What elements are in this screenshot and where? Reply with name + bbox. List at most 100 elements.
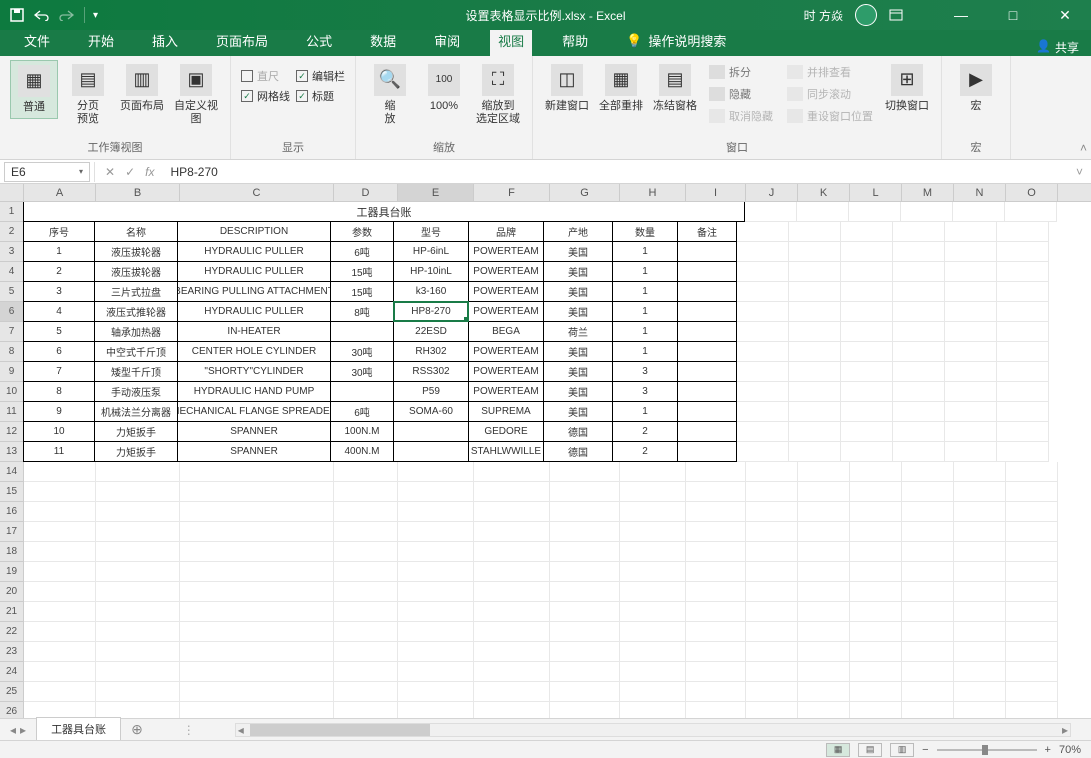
cell[interactable] <box>945 242 997 262</box>
normal-view-icon[interactable]: ▦ <box>826 743 850 757</box>
cell[interactable] <box>737 382 789 402</box>
cell[interactable]: 三片式拉盘 <box>94 281 178 302</box>
cell[interactable] <box>850 682 902 702</box>
cell[interactable] <box>789 342 841 362</box>
column-header[interactable]: J <box>746 184 798 201</box>
select-all-corner[interactable] <box>0 184 24 201</box>
cell[interactable] <box>398 642 474 662</box>
cell[interactable] <box>893 242 945 262</box>
cell[interactable] <box>893 382 945 402</box>
cell[interactable] <box>398 602 474 622</box>
row-header[interactable]: 18 <box>0 542 23 562</box>
macros-button[interactable]: ▶宏 <box>952 60 1000 117</box>
cell[interactable] <box>1006 542 1058 562</box>
cell[interactable] <box>798 462 850 482</box>
row-header[interactable]: 16 <box>0 502 23 522</box>
cell[interactable] <box>620 642 686 662</box>
cell[interactable] <box>797 202 849 222</box>
cell[interactable] <box>550 562 620 582</box>
cell[interactable] <box>550 582 620 602</box>
cell[interactable]: 美国 <box>543 381 613 402</box>
zoom-level[interactable]: 70% <box>1059 744 1081 756</box>
split-button[interactable]: 拆分 <box>705 62 777 82</box>
column-header[interactable]: M <box>902 184 954 201</box>
cell[interactable] <box>954 702 1006 718</box>
cell[interactable] <box>620 602 686 622</box>
tab-pagelayout[interactable]: 页面布局 <box>208 27 276 56</box>
cell[interactable] <box>746 542 798 562</box>
cell[interactable] <box>746 482 798 502</box>
cell[interactable]: 矮型千斤顶 <box>94 361 178 382</box>
cell[interactable] <box>737 262 789 282</box>
cell[interactable]: HYDRAULIC PULLER <box>177 261 331 282</box>
cell[interactable] <box>474 542 550 562</box>
column-header[interactable]: O <box>1006 184 1058 201</box>
cell[interactable]: HYDRAULIC PULLER <box>177 301 331 322</box>
cell[interactable] <box>954 462 1006 482</box>
cell[interactable]: 1 <box>612 301 678 322</box>
cell[interactable] <box>997 342 1049 362</box>
cell[interactable] <box>954 642 1006 662</box>
cell[interactable]: 3 <box>612 381 678 402</box>
cell[interactable] <box>24 522 96 542</box>
cell[interactable] <box>550 622 620 642</box>
cell[interactable] <box>677 301 737 322</box>
cell[interactable] <box>686 502 746 522</box>
cell[interactable] <box>1006 702 1058 718</box>
cell[interactable] <box>677 281 737 302</box>
cell[interactable] <box>96 622 180 642</box>
pagebreak-button[interactable]: ▤分页 预览 <box>64 60 112 130</box>
cell[interactable]: 参数 <box>330 221 394 242</box>
cell[interactable]: 5 <box>23 321 95 342</box>
cell[interactable] <box>997 302 1049 322</box>
cell[interactable] <box>789 382 841 402</box>
cell[interactable]: 1 <box>612 261 678 282</box>
redo-icon[interactable] <box>58 9 76 21</box>
custom-view-button[interactable]: ▣自定义视图 <box>172 60 220 130</box>
cell[interactable] <box>677 321 737 342</box>
cell[interactable]: IN-HEATER <box>177 321 331 342</box>
cell[interactable]: 力矩扳手 <box>94 441 178 462</box>
collapse-ribbon-icon[interactable]: ˄ <box>1080 141 1087 155</box>
cell[interactable] <box>789 222 841 242</box>
cell[interactable] <box>1006 462 1058 482</box>
cell[interactable] <box>902 542 954 562</box>
new-window-button[interactable]: ◫新建窗口 <box>543 60 591 117</box>
cell[interactable] <box>850 602 902 622</box>
cell[interactable] <box>474 662 550 682</box>
cell[interactable]: 荷兰 <box>543 321 613 342</box>
cell[interactable] <box>850 522 902 542</box>
row-header[interactable]: 11 <box>0 402 23 422</box>
cell[interactable] <box>180 542 334 562</box>
arrange-all-button[interactable]: ▦全部重排 <box>597 60 645 117</box>
cell[interactable] <box>737 402 789 422</box>
cell[interactable] <box>902 602 954 622</box>
cell[interactable]: 美国 <box>543 341 613 362</box>
cell[interactable] <box>902 462 954 482</box>
cell[interactable]: POWERTEAM <box>468 281 544 302</box>
cell[interactable]: 6吨 <box>330 401 394 422</box>
cell[interactable] <box>945 362 997 382</box>
cell[interactable]: HP-10inL <box>393 261 469 282</box>
cell[interactable] <box>620 562 686 582</box>
user-name[interactable]: 时 方焱 <box>804 7 843 24</box>
cell[interactable] <box>686 642 746 662</box>
cell[interactable] <box>550 482 620 502</box>
row-header[interactable]: 10 <box>0 382 23 402</box>
cell[interactable] <box>841 382 893 402</box>
cell[interactable]: 德国 <box>543 421 613 442</box>
cell[interactable] <box>334 482 398 502</box>
cell[interactable]: 2 <box>612 441 678 462</box>
cell[interactable] <box>334 702 398 718</box>
cell[interactable] <box>180 522 334 542</box>
cell[interactable] <box>789 402 841 422</box>
cell[interactable] <box>398 662 474 682</box>
tab-scroll-grip-icon[interactable]: ⋮ <box>183 723 195 737</box>
row-header[interactable]: 4 <box>0 262 23 282</box>
cell[interactable] <box>945 382 997 402</box>
name-box[interactable]: E6 ▾ <box>4 162 90 182</box>
cell[interactable] <box>945 262 997 282</box>
undo-icon[interactable] <box>32 9 50 21</box>
cell[interactable] <box>841 262 893 282</box>
cell[interactable] <box>334 522 398 542</box>
